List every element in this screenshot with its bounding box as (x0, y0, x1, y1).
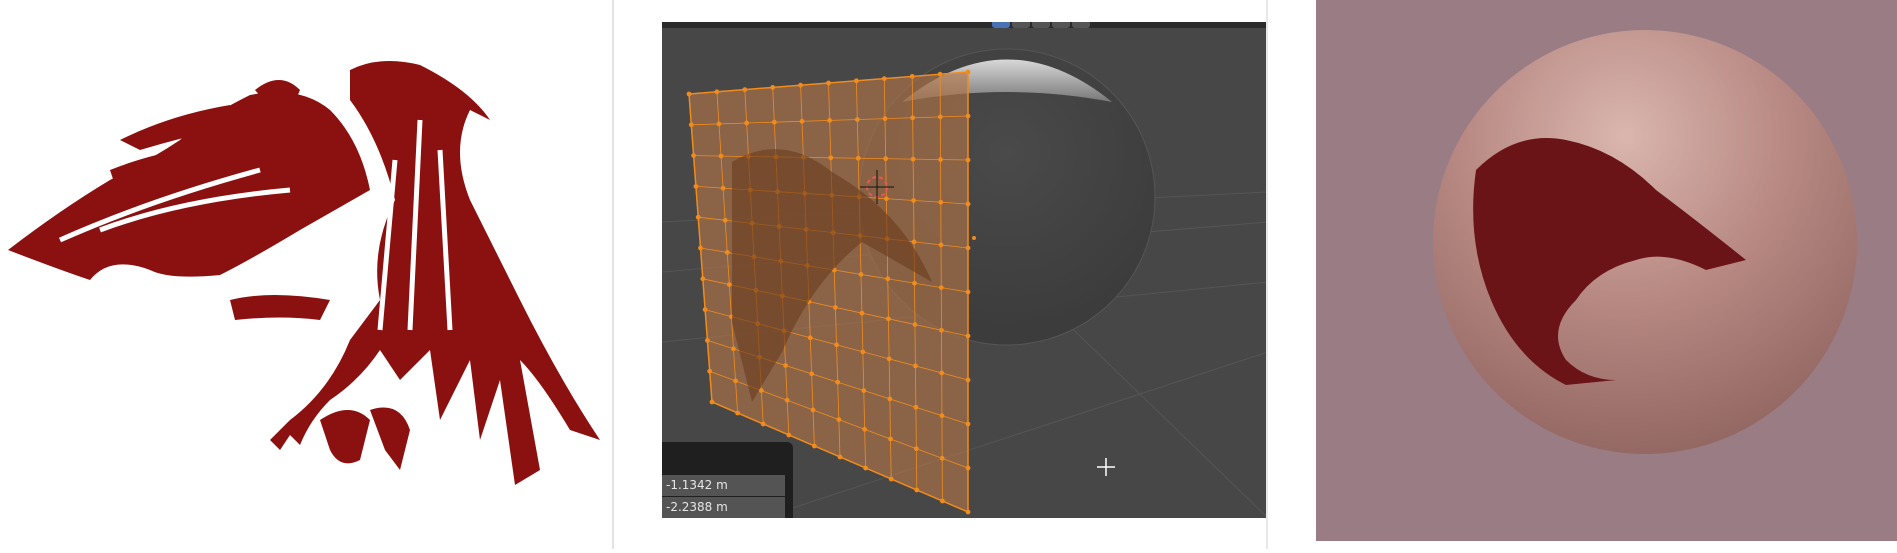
mesh-vertex (912, 322, 918, 327)
mesh-vertex (714, 89, 720, 95)
mesh-vertex (965, 289, 971, 295)
mesh-vertex (853, 78, 859, 84)
panel-divider (1266, 0, 1268, 549)
mesh-vertex (939, 327, 944, 333)
mesh-vertex (881, 76, 887, 81)
mesh-vertex (686, 91, 692, 97)
mesh-vertex (913, 404, 919, 410)
mesh-vertex (939, 370, 945, 376)
mesh-vertex (939, 455, 945, 461)
mesh-vertex (744, 120, 750, 126)
mesh-vertex (938, 285, 944, 291)
mesh-vertex (855, 155, 861, 161)
mesh-vertex (885, 276, 891, 282)
mesh-vertex (858, 271, 864, 277)
mesh-vertex (909, 74, 915, 79)
panel-divider (612, 0, 614, 549)
mesh-vertex (911, 198, 916, 203)
mesh-vertex (965, 377, 971, 383)
mesh-vertex (965, 157, 971, 163)
mesh-vertex (886, 316, 891, 322)
mesh-vertex (886, 356, 892, 362)
mesh-vertex (938, 157, 943, 162)
mesh-vertex (937, 114, 943, 120)
rendered-sphere (1433, 30, 1857, 454)
mesh-vertex (965, 509, 971, 515)
mesh-vertex (883, 196, 889, 202)
mesh-vertex (742, 87, 748, 92)
mesh-vertex (937, 71, 943, 77)
crosshair-icon (1097, 458, 1115, 476)
blender-3d-viewport[interactable]: -1.1342 m -2.2388 m (662, 22, 1268, 518)
mesh-vertex (826, 80, 831, 86)
mesh-vertex (882, 116, 888, 122)
mesh-vertex (911, 239, 917, 245)
mesh-vertex (965, 69, 971, 75)
mesh-vertex (910, 115, 916, 121)
mesh-vertex (912, 280, 917, 286)
mesh-vertex (771, 119, 777, 125)
mesh-vertex (827, 118, 833, 123)
mesh-vertex (938, 199, 944, 205)
decal-image-panel (0, 0, 612, 549)
mesh-vertex (939, 413, 945, 419)
mesh-vertex (716, 121, 722, 127)
mesh-vertex (910, 156, 916, 162)
mesh-vertex (965, 245, 971, 251)
redo-last-panel[interactable]: -1.1342 m -2.2388 m (662, 442, 793, 518)
mesh-vertex (828, 155, 834, 161)
mesh-vertex (938, 242, 944, 248)
mesh-vertex (859, 310, 865, 316)
mesh-vertex (913, 363, 918, 369)
raven-decal-image (8, 61, 600, 485)
redo-field-y[interactable]: -2.2388 m (662, 497, 785, 518)
mesh-vertex (798, 82, 804, 88)
mesh-vertex (965, 421, 971, 427)
redo-field-x[interactable]: -1.1342 m (662, 475, 785, 496)
mesh-vertex (965, 113, 971, 119)
mesh-vertex (965, 465, 971, 471)
mesh-vertex (799, 118, 805, 124)
mesh-vertex (854, 117, 860, 122)
mesh-vertex (965, 333, 971, 339)
mesh-vertex (965, 201, 971, 207)
mesh-vertex (770, 85, 776, 90)
mesh-vertex (883, 156, 889, 162)
render-preview-panel (1316, 0, 1897, 541)
